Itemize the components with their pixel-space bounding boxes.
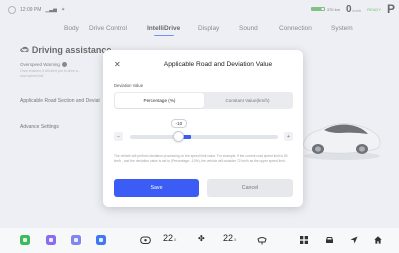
left-temperature-value: 22	[163, 233, 174, 243]
segment-percentage[interactable]: Percentage (%)	[115, 93, 204, 108]
segment-constant-value[interactable]: Constant Value(km/h)	[203, 93, 292, 108]
right-temperature-value: 22	[223, 233, 234, 243]
car-icon[interactable]	[325, 236, 334, 244]
navigation-icon[interactable]	[350, 236, 358, 244]
fan-icon[interactable]: ✤	[198, 234, 205, 243]
save-button[interactable]: Save	[114, 179, 199, 197]
slider-value-tooltip: -10	[170, 119, 187, 128]
right-temperature-decimal: .5	[233, 237, 237, 242]
left-temperature[interactable]: 22.5	[163, 233, 176, 243]
seat-heat-icon[interactable]	[257, 236, 267, 245]
app-green-icon[interactable]	[20, 235, 30, 245]
decrement-button[interactable]: −	[114, 132, 123, 141]
right-temperature[interactable]: 22.5	[223, 233, 236, 243]
app-purple-icon[interactable]	[46, 235, 56, 245]
steering-wheel-icon[interactable]	[140, 236, 151, 245]
deviation-dialog: ✕ Applicable Road and Deviation Value De…	[103, 50, 303, 207]
increment-button[interactable]: +	[284, 132, 293, 141]
deviation-slider-track[interactable]	[130, 134, 278, 139]
close-icon[interactable]: ✕	[114, 60, 121, 69]
deviation-slider-thumb[interactable]	[173, 131, 185, 142]
apps-grid-icon[interactable]	[300, 236, 308, 244]
deviation-type-segment: Percentage (%) Constant Value(km/h)	[114, 92, 293, 109]
deviation-explanation: The vehicle will perform deviation proce…	[114, 154, 288, 163]
deviation-value-label: Deviation Value	[114, 83, 144, 88]
home-icon[interactable]	[374, 236, 382, 244]
cancel-button[interactable]: Cancel	[207, 179, 293, 197]
app-blue-icon[interactable]	[96, 235, 106, 245]
left-temperature-decimal: .5	[173, 237, 177, 242]
dialog-title: Applicable Road and Deviation Value	[163, 61, 273, 68]
bottom-dock: 22.5 ✤ 22.5	[0, 228, 399, 253]
app-violet-icon[interactable]	[71, 235, 81, 245]
